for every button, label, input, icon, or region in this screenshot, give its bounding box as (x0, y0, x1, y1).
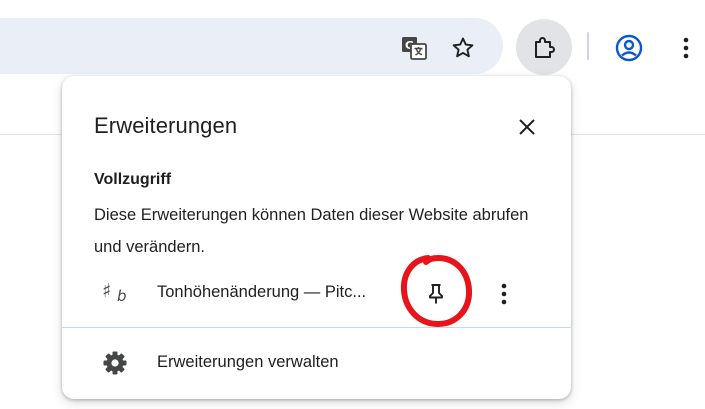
pin-icon (429, 284, 443, 304)
extension-name[interactable]: Tonhöhenänderung — Pitc... (157, 283, 366, 302)
close-icon (519, 119, 535, 135)
popup-divider (62, 327, 571, 328)
sharp-glyph: ♯ (102, 280, 112, 302)
manage-extensions-button[interactable]: Erweiterungen verwalten (62, 338, 571, 388)
flat-glyph: b (117, 287, 127, 305)
extensions-icon[interactable] (516, 19, 572, 75)
gear-icon (102, 350, 128, 376)
toolbar-divider (587, 32, 589, 60)
extension-more-button[interactable] (486, 274, 522, 314)
section-title: Vollzugriff (94, 171, 172, 188)
close-button[interactable] (508, 108, 546, 146)
profile-icon[interactable] (608, 27, 650, 69)
extension-row[interactable]: ♯ b Tonhöhenänderung — Pitc... (62, 272, 571, 316)
section-description: Diese Erweiterungen können Daten dieser … (94, 206, 529, 256)
more-vert-icon[interactable] (667, 27, 705, 69)
sharp-flat-icon: ♯ b (102, 280, 132, 306)
star-icon[interactable] (443, 28, 483, 68)
manage-extensions-label: Erweiterungen verwalten (157, 353, 339, 371)
translate-icon[interactable]: G (394, 28, 434, 68)
extensions-popup: Erweiterungen Vollzugriff Diese Erweiter… (62, 76, 571, 399)
popup-title: Erweiterungen (94, 113, 238, 138)
more-vert-icon (501, 283, 507, 305)
pin-button[interactable] (416, 274, 456, 314)
